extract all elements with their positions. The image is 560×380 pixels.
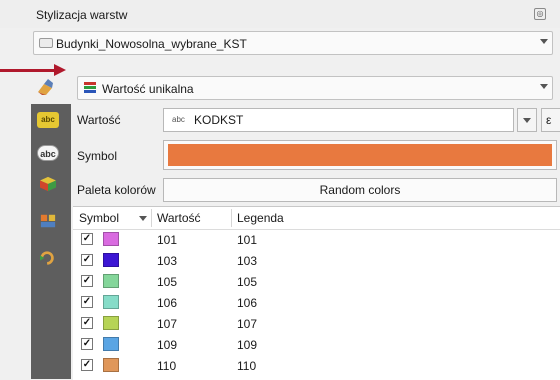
class-value[interactable]: 101 [157,233,177,247]
class-symbol-swatch[interactable] [103,316,119,330]
class-symbol-swatch[interactable] [103,358,119,372]
value-field-name: KODKST [194,113,244,127]
annotation-arrow-head [54,64,66,76]
column-separator [231,209,232,227]
table-row[interactable]: ✓ 105 105 [73,272,560,291]
panel-titlebar: Stylizacja warstw ◎ [0,0,560,28]
column-header-legend[interactable]: Legenda [237,211,284,225]
class-value[interactable]: 106 [157,296,177,310]
table-row[interactable]: ✓ 103 103 [73,251,560,270]
symbol-color-swatch [168,144,552,166]
class-legend[interactable]: 103 [237,254,257,268]
color-ramp-label: Paleta kolorów [77,183,156,197]
class-legend[interactable]: 109 [237,338,257,352]
chevron-down-icon [540,84,548,89]
class-legend[interactable]: 107 [237,317,257,331]
history-tab-icon[interactable] [37,250,59,266]
chevron-down-icon [523,118,531,123]
table-row[interactable]: ✓ 101 101 [73,230,560,249]
sort-arrow-icon [139,216,147,221]
3d-view-tab-icon[interactable] [37,176,59,192]
classes-table: Symbol Wartość Legenda ✓ 101 101 ✓ 103 1… [73,206,560,380]
class-symbol-swatch[interactable] [103,232,119,246]
table-row[interactable]: ✓ 106 106 [73,293,560,312]
expression-button[interactable]: ε [541,108,560,132]
layer-select[interactable]: Budynki_Nowosolna_wybrane_KST [33,31,553,55]
class-symbol-swatch[interactable] [103,337,119,351]
column-separator [151,209,152,227]
layer-styling-panel: Stylizacja warstw ◎ Budynki_Nowosolna_wy… [0,0,560,380]
renderer-select[interactable]: Wartość unikalna [77,76,553,100]
polygon-layer-icon [39,38,53,48]
class-checkbox[interactable]: ✓ [81,233,93,245]
class-value[interactable]: 110 [157,359,176,373]
class-checkbox[interactable]: ✓ [81,275,93,287]
symbol-button[interactable] [163,140,557,170]
class-legend[interactable]: 110 [237,359,256,373]
class-legend[interactable]: 101 [237,233,257,247]
symbol-label: Symbol [77,149,118,163]
class-legend[interactable]: 106 [237,296,257,310]
column-header-symbol[interactable]: Symbol [79,211,119,225]
value-field-select[interactable]: abc KODKST [163,108,514,132]
class-checkbox[interactable]: ✓ [81,296,93,308]
string-field-icon: abc [172,115,185,124]
panel-title: Stylizacja warstw [36,8,128,22]
class-value[interactable]: 107 [157,317,177,331]
classes-table-header: Symbol Wartość Legenda [73,207,560,230]
class-legend[interactable]: 105 [237,275,257,289]
class-value[interactable]: 105 [157,275,177,289]
table-row[interactable]: ✓ 107 107 [73,314,560,333]
value-label: Wartość [77,113,121,127]
column-header-value[interactable]: Wartość [157,211,201,225]
layer-select-value: Budynki_Nowosolna_wybrane_KST [56,37,247,51]
table-row[interactable]: ✓ 109 109 [73,335,560,354]
categorized-renderer-icon [84,82,96,94]
class-symbol-swatch[interactable] [103,253,119,267]
float-panel-icon[interactable]: ◎ [534,8,546,20]
table-row[interactable]: ✓ 110 110 [73,356,560,375]
class-checkbox[interactable]: ✓ [81,317,93,329]
symbology-paintbrush-icon[interactable] [36,78,54,96]
class-checkbox[interactable]: ✓ [81,338,93,350]
class-checkbox[interactable]: ✓ [81,359,93,371]
annotation-arrow-line [0,69,56,72]
class-checkbox[interactable]: ✓ [81,254,93,266]
class-value[interactable]: 103 [157,254,177,268]
diagrams-tab-icon[interactable] [37,213,59,229]
class-symbol-swatch[interactable] [103,274,119,288]
value-field-dropdown-button[interactable] [517,108,537,132]
chevron-down-icon [540,39,548,44]
class-symbol-swatch[interactable] [103,295,119,309]
labels-tab-icon[interactable]: abc [37,112,59,128]
color-ramp-button[interactable]: Random colors [163,178,557,202]
class-value[interactable]: 109 [157,338,177,352]
renderer-select-value: Wartość unikalna [102,82,194,96]
masks-tab-icon[interactable]: abc [37,145,59,161]
